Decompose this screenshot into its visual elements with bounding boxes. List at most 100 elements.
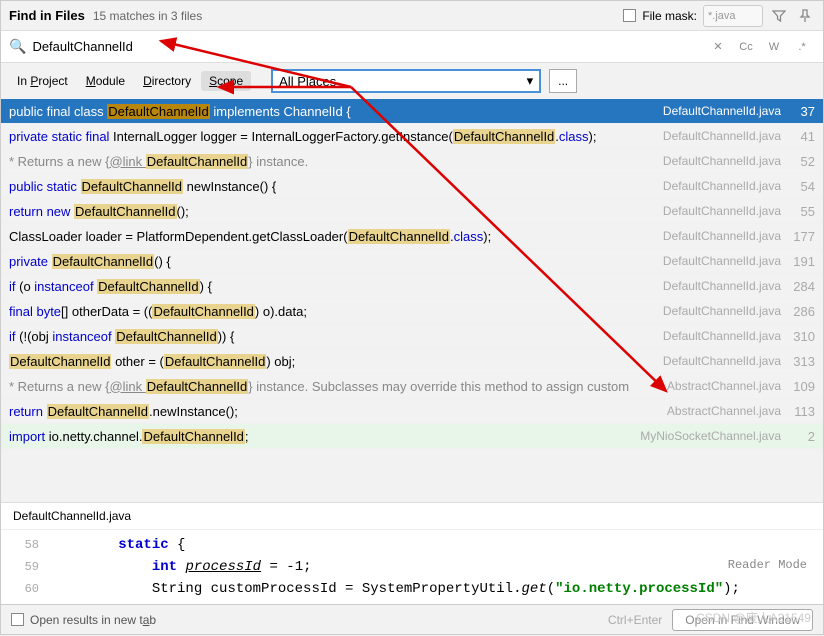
scope-browse-button[interactable]: ...: [549, 69, 577, 93]
result-line: 177: [785, 229, 815, 244]
regex-button[interactable]: .*: [789, 36, 815, 58]
code-text: static {: [51, 537, 823, 553]
result-file: DefaultChannelId.java: [663, 129, 781, 143]
result-text: private DefaultChannelId() {: [9, 254, 655, 269]
reader-mode-label[interactable]: Reader Mode: [728, 558, 807, 572]
gutter-line-number: 60: [1, 582, 51, 596]
code-preview[interactable]: Reader Mode 58 static {59 int processId …: [1, 530, 823, 604]
filter-icon[interactable]: [769, 6, 789, 26]
result-row[interactable]: final byte[] otherData = ((DefaultChanne…: [1, 299, 823, 324]
result-line: 113: [785, 404, 815, 419]
result-row[interactable]: * Returns a new {@link DefaultChannelId}…: [1, 374, 823, 399]
file-mask-checkbox[interactable]: [623, 9, 636, 22]
result-text: return DefaultChannelId.newInstance();: [9, 404, 659, 419]
search-icon: 🔍: [9, 38, 26, 55]
scope-tabs: In ProjectModuleDirectoryScope: [9, 71, 251, 91]
scope-tab-directory[interactable]: Directory: [135, 71, 199, 91]
scope-tab-module[interactable]: Module: [78, 71, 133, 91]
match-count: 15 matches in 3 files: [93, 9, 202, 23]
words-button[interactable]: W: [761, 36, 787, 58]
result-row[interactable]: public static DefaultChannelId newInstan…: [1, 174, 823, 199]
result-file: DefaultChannelId.java: [663, 279, 781, 293]
watermark: CSDN @废人A21549: [696, 609, 811, 626]
result-file: DefaultChannelId.java: [663, 354, 781, 368]
result-line: 2: [785, 429, 815, 444]
file-mask-input[interactable]: [703, 5, 763, 27]
result-row[interactable]: * Returns a new {@link DefaultChannelId}…: [1, 149, 823, 174]
result-line: 284: [785, 279, 815, 294]
result-file: AbstractChannel.java: [667, 404, 781, 418]
result-row[interactable]: private DefaultChannelId() { DefaultChann…: [1, 249, 823, 274]
gutter-line-number: 58: [1, 538, 51, 552]
result-text: * Returns a new {@link DefaultChannelId}…: [9, 154, 655, 169]
code-text: int processId = -1;: [51, 559, 823, 575]
scope-row: In ProjectModuleDirectoryScope All Place…: [1, 63, 823, 99]
result-file: DefaultChannelId.java: [663, 254, 781, 268]
preview-section: DefaultChannelId.java Reader Mode 58 sta…: [1, 502, 823, 604]
result-file: AbstractChannel.java: [667, 379, 781, 393]
result-text: import io.netty.channel.DefaultChannelId…: [9, 429, 632, 444]
result-row[interactable]: import io.netty.channel.DefaultChannelId…: [1, 424, 823, 449]
search-tools: ✕ Cc W .*: [705, 36, 815, 58]
open-in-tab-label: Open results in new tab: [30, 613, 156, 627]
code-line: 58 static {: [1, 534, 823, 556]
pin-icon[interactable]: [795, 6, 815, 26]
header-right: File mask:: [623, 5, 815, 27]
result-text: public static DefaultChannelId newInstan…: [9, 179, 655, 194]
results-list[interactable]: public final class DefaultChannelId impl…: [1, 99, 823, 449]
result-line: 286: [785, 304, 815, 319]
scope-dropdown[interactable]: All Places ▾: [271, 69, 541, 93]
close-history-icon[interactable]: ✕: [705, 36, 731, 58]
result-row[interactable]: ClassLoader loader = PlatformDependent.g…: [1, 224, 823, 249]
result-file: MyNioSocketChannel.java: [640, 429, 781, 443]
result-row[interactable]: return DefaultChannelId.newInstance(); Ab…: [1, 399, 823, 424]
result-line: 313: [785, 354, 815, 369]
search-row: 🔍 ✕ Cc W .*: [1, 31, 823, 63]
result-file: DefaultChannelId.java: [663, 329, 781, 343]
search-input[interactable]: [32, 36, 705, 58]
result-file: DefaultChannelId.java: [663, 179, 781, 193]
result-text: return new DefaultChannelId();: [9, 204, 655, 219]
result-line: 52: [785, 154, 815, 169]
result-text: * Returns a new {@link DefaultChannelId}…: [9, 379, 659, 394]
result-row[interactable]: private static final InternalLogger logg…: [1, 124, 823, 149]
preview-filename[interactable]: DefaultChannelId.java: [1, 503, 823, 530]
dialog-title: Find in Files: [9, 8, 85, 23]
result-line: 310: [785, 329, 815, 344]
shortcut-hint: Ctrl+Enter: [608, 613, 662, 627]
result-row[interactable]: if (!(obj instanceof DefaultChannelId)) …: [1, 324, 823, 349]
result-file: DefaultChannelId.java: [663, 104, 781, 118]
gutter-line-number: 59: [1, 560, 51, 574]
result-text: final byte[] otherData = ((DefaultChanne…: [9, 304, 655, 319]
code-text: String customProcessId = SystemPropertyU…: [51, 581, 823, 597]
result-line: 54: [785, 179, 815, 194]
file-mask-label: File mask:: [642, 9, 697, 23]
result-file: DefaultChannelId.java: [663, 229, 781, 243]
result-text: if (o instanceof DefaultChannelId) {: [9, 279, 655, 294]
scope-tab-scope[interactable]: Scope: [201, 71, 251, 91]
result-line: 109: [785, 379, 815, 394]
result-file: DefaultChannelId.java: [663, 154, 781, 168]
result-text: public final class DefaultChannelId impl…: [9, 104, 655, 119]
result-file: DefaultChannelId.java: [663, 204, 781, 218]
result-row[interactable]: public final class DefaultChannelId impl…: [1, 99, 823, 124]
code-line: 60 String customProcessId = SystemProper…: [1, 578, 823, 600]
result-text: if (!(obj instanceof DefaultChannelId)) …: [9, 329, 655, 344]
scope-tab-in-project[interactable]: In Project: [9, 71, 76, 91]
result-line: 41: [785, 129, 815, 144]
match-case-button[interactable]: Cc: [733, 36, 759, 58]
result-text: ClassLoader loader = PlatformDependent.g…: [9, 229, 655, 244]
result-row[interactable]: DefaultChannelId other = (DefaultChannel…: [1, 349, 823, 374]
result-row[interactable]: return new DefaultChannelId(); DefaultCha…: [1, 199, 823, 224]
result-text: private static final InternalLogger logg…: [9, 129, 655, 144]
header-bar: Find in Files 15 matches in 3 files File…: [1, 1, 823, 31]
code-line: 59 int processId = -1;: [1, 556, 823, 578]
open-in-tab-checkbox[interactable]: [11, 613, 24, 626]
result-text: DefaultChannelId other = (DefaultChannel…: [9, 354, 655, 369]
result-file: DefaultChannelId.java: [663, 304, 781, 318]
result-row[interactable]: if (o instanceof DefaultChannelId) { Defa…: [1, 274, 823, 299]
scope-dropdown-value: All Places: [279, 74, 336, 89]
result-line: 37: [785, 104, 815, 119]
result-line: 191: [785, 254, 815, 269]
result-line: 55: [785, 204, 815, 219]
